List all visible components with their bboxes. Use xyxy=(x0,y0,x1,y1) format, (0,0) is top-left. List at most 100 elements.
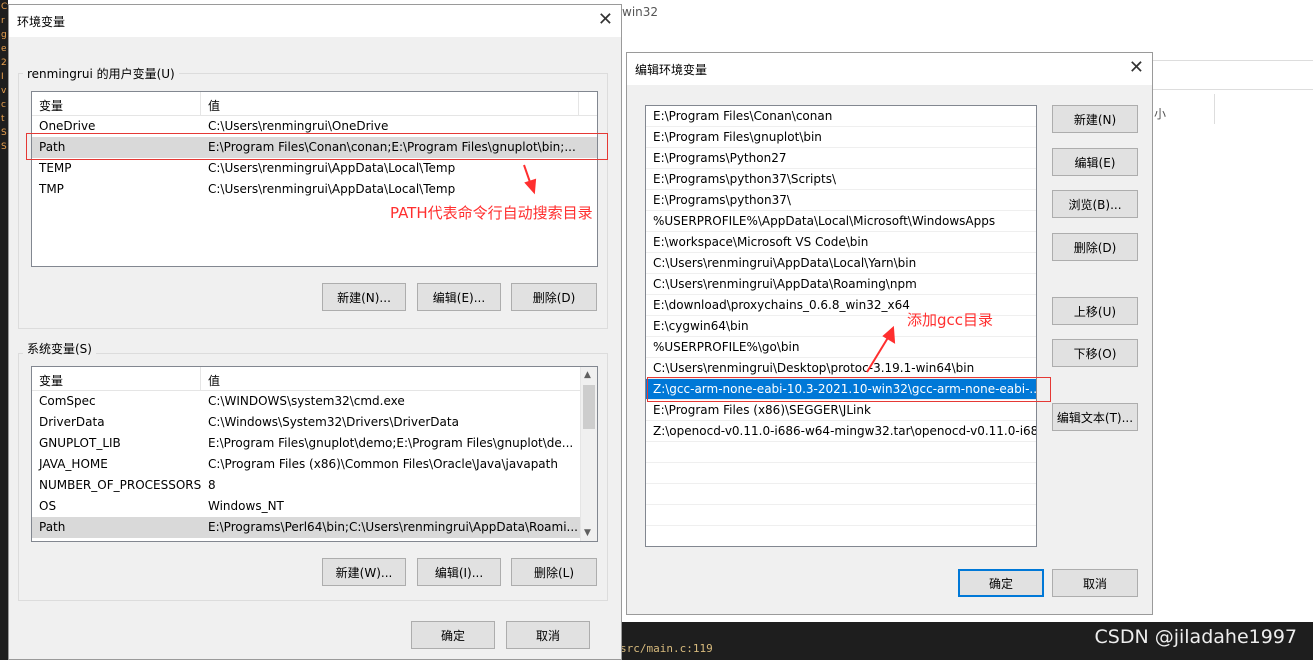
system-delete-button[interactable]: 删除(L) xyxy=(511,558,597,586)
background-strip-text: c xyxy=(1,100,6,110)
terminal-source-line: src/main.c:119 xyxy=(620,642,713,655)
gcc-highlight-box xyxy=(647,377,1051,402)
watermark: CSDN @jiladahe1997 xyxy=(1094,626,1297,648)
close-icon[interactable]: ✕ xyxy=(1129,57,1144,78)
var-name: ComSpec xyxy=(39,394,96,408)
user-vars-list[interactable]: 变量 值 OneDrive C:\Users\renmingrui\OneDriv… xyxy=(31,91,598,267)
background-strip-text: e xyxy=(1,44,7,54)
var-value: E:\Programs\Perl64\bin;C:\Users\renmingr… xyxy=(208,520,578,534)
user-var-row[interactable]: TEMP C:\Users\renmingrui\AppData\Local\Te… xyxy=(32,158,597,179)
path-entry-empty[interactable] xyxy=(646,526,1036,546)
user-edit-button[interactable]: 编辑(E)... xyxy=(417,283,501,311)
cancel-button[interactable]: 取消 xyxy=(506,621,590,649)
close-icon[interactable]: ✕ xyxy=(598,9,613,30)
path-entry[interactable]: E:\Programs\Python27 xyxy=(646,148,1036,169)
ok-button[interactable]: 确定 xyxy=(411,621,495,649)
path-entry-empty[interactable] xyxy=(646,442,1036,463)
path-entry[interactable]: Z:\openocd-v0.11.0-i686-w64-mingw32.tar\… xyxy=(646,421,1036,442)
path-entry[interactable]: E:\Program Files (x86)\SEGGER\JLink xyxy=(646,400,1036,421)
column-header-value[interactable]: 值 xyxy=(208,97,220,114)
background-panel: 小 xyxy=(1152,52,1313,622)
cancel-button[interactable]: 取消 xyxy=(1052,569,1138,597)
var-name: TEMP xyxy=(39,161,72,175)
column-header-name[interactable]: 变量 xyxy=(39,372,63,389)
delete-button[interactable]: 删除(D) xyxy=(1052,233,1138,261)
path-entry[interactable]: %USERPROFILE%\go\bin xyxy=(646,337,1036,358)
background-strip-text: v xyxy=(1,86,7,96)
system-var-row[interactable]: NUMBER_OF_PROCESSORS 8 xyxy=(32,475,597,496)
gcc-annotation: 添加gcc目录 xyxy=(907,311,994,329)
system-vars-header: 变量 值 xyxy=(32,367,597,391)
system-var-row[interactable]: ComSpec C:\WINDOWS\system32\cmd.exe xyxy=(32,391,597,412)
path-entry[interactable]: C:\Users\renmingrui\AppData\Local\Yarn\b… xyxy=(646,253,1036,274)
path-entry[interactable]: E:\Programs\python37\ xyxy=(646,190,1036,211)
var-name: OS xyxy=(39,499,57,513)
path-entry[interactable]: C:\Users\renmingrui\Desktop\protoc-3.19.… xyxy=(646,358,1036,379)
new-button[interactable]: 新建(N) xyxy=(1052,105,1138,133)
edit-env-var-dialog: 编辑环境变量 ✕ E:\Program Files\Conan\conan E:\… xyxy=(626,52,1153,615)
background-strip-text: I xyxy=(1,72,4,82)
system-vars-scrollbar[interactable]: ▲ ▼ xyxy=(580,367,597,541)
browse-button[interactable]: 浏览(B)... xyxy=(1052,190,1138,218)
path-entry-empty[interactable] xyxy=(646,484,1036,505)
path-entry[interactable]: E:\Programs\python37\Scripts\ xyxy=(646,169,1036,190)
var-value: Windows_NT xyxy=(208,499,284,513)
background-label: 小 xyxy=(1154,107,1167,121)
var-name: Path xyxy=(39,520,66,534)
move-up-button[interactable]: 上移(U) xyxy=(1052,297,1138,325)
var-value: C:\WINDOWS\system32\cmd.exe xyxy=(208,394,405,408)
system-var-row[interactable]: OS Windows_NT xyxy=(32,496,597,517)
system-var-row[interactable]: GNUPLOT_LIB E:\Program Files\gnuplot\demo… xyxy=(32,433,597,454)
background-strip-text: S xyxy=(1,142,7,152)
background-strip-text: 2 xyxy=(1,58,7,68)
background-strip-text: g xyxy=(1,30,7,40)
path-entry-empty[interactable] xyxy=(646,505,1036,526)
path-entry[interactable]: C:\Users\renmingrui\AppData\Roaming\npm xyxy=(646,274,1036,295)
user-delete-button[interactable]: 删除(D) xyxy=(511,283,597,311)
var-name: TMP xyxy=(39,182,64,196)
user-vars-label: renmingrui 的用户变量(U) xyxy=(23,65,179,82)
edit-text-button[interactable]: 编辑文本(T)... xyxy=(1052,403,1138,431)
background-strip-text: S xyxy=(1,128,7,138)
system-var-row[interactable]: Path E:\Programs\Perl64\bin;C:\Users\renm… xyxy=(32,517,597,538)
system-edit-button[interactable]: 编辑(I)... xyxy=(417,558,501,586)
env-dialog-titlebar: 环境变量 ✕ xyxy=(9,5,621,37)
path-entry[interactable]: E:\Program Files\Conan\conan xyxy=(646,106,1036,127)
system-vars-label: 系统变量(S) xyxy=(23,340,96,357)
var-name: DriverData xyxy=(39,415,105,429)
background-terminal: src/main.c:119 CSDN @jiladahe1997 xyxy=(608,622,1313,660)
ok-button[interactable]: 确定 xyxy=(958,569,1044,597)
env-dialog-title: 环境变量 xyxy=(17,15,66,29)
var-value: E:\Program Files\gnuplot\demo;E:\Program… xyxy=(208,436,574,450)
path-entry[interactable]: %USERPROFILE%\AppData\Local\Microsoft\Wi… xyxy=(646,211,1036,232)
system-var-row[interactable]: DriverData C:\Windows\System32\Drivers\Dr… xyxy=(32,412,597,433)
var-value: 8 xyxy=(208,478,216,492)
env-vars-dialog: 环境变量 ✕ renmingrui 的用户变量(U) 变量 值 OneDrive… xyxy=(8,4,622,660)
path-entry[interactable]: E:\workspace\Microsoft VS Code\bin xyxy=(646,232,1036,253)
system-var-row[interactable]: JAVA_HOME C:\Program Files (x86)\Common F… xyxy=(32,454,597,475)
background-window xyxy=(620,0,1313,52)
var-name: OneDrive xyxy=(39,119,96,133)
var-value: C:\Users\renmingrui\AppData\Local\Temp xyxy=(208,182,456,196)
scroll-up-icon[interactable]: ▲ xyxy=(584,370,591,380)
path-entry[interactable]: E:\Program Files\gnuplot\bin xyxy=(646,127,1036,148)
path-entry-empty[interactable] xyxy=(646,463,1036,484)
background-editor-strip: Cworge2IvctSS xyxy=(0,0,20,660)
edit-button[interactable]: 编辑(E) xyxy=(1052,148,1138,176)
system-vars-list[interactable]: 变量 值 ComSpec C:\WINDOWS\system32\cmd.exe D… xyxy=(31,366,598,542)
var-name: GNUPLOT_LIB xyxy=(39,436,121,450)
user-new-button[interactable]: 新建(N)... xyxy=(322,283,406,311)
move-down-button[interactable]: 下移(O) xyxy=(1052,339,1138,367)
column-header-name[interactable]: 变量 xyxy=(39,97,63,114)
path-highlight-box xyxy=(26,133,608,160)
scrollbar-thumb[interactable] xyxy=(583,385,595,429)
user-var-row[interactable]: TMP C:\Users\renmingrui\AppData\Local\Tem… xyxy=(32,179,597,200)
scroll-down-icon[interactable]: ▼ xyxy=(584,528,591,538)
system-new-button[interactable]: 新建(W)... xyxy=(322,558,406,586)
user-vars-header: 变量 值 xyxy=(32,92,597,116)
column-header-value[interactable]: 值 xyxy=(208,372,220,389)
background-strip-text: t xyxy=(1,114,5,124)
path-annotation: PATH代表命令行自动搜索目录 xyxy=(390,204,593,222)
edit-dialog-titlebar: 编辑环境变量 ✕ xyxy=(627,53,1152,85)
var-name: JAVA_HOME xyxy=(39,457,108,471)
